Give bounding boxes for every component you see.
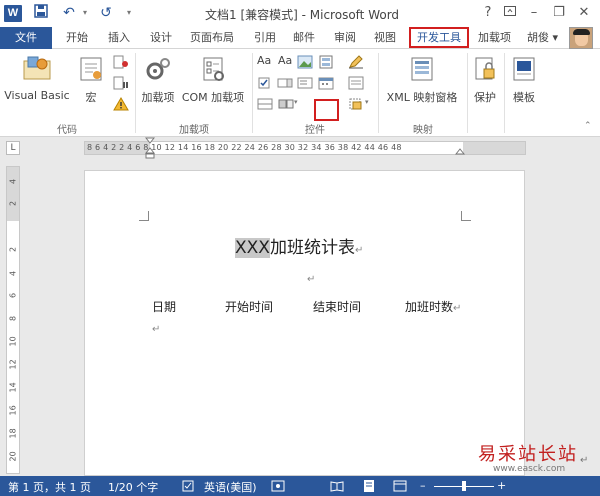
- margin-corner-top-right: [461, 211, 471, 221]
- building-block-control-icon[interactable]: [318, 55, 334, 69]
- column-header-start-time[interactable]: 开始时间: [225, 298, 273, 315]
- group-label-addins: 加载项: [179, 125, 209, 136]
- tab-page-layout[interactable]: 页面布局: [184, 27, 240, 49]
- tab-home[interactable]: 开始: [60, 27, 94, 49]
- com-addins-button[interactable]: COM 加载项: [180, 55, 246, 105]
- visual-basic-button[interactable]: Visual Basic: [4, 55, 70, 102]
- empty-paragraph-mark: ↵: [307, 274, 316, 285]
- window-title: 文档1 [兼容模式] - Microsoft Word: [205, 8, 400, 22]
- tab-selector[interactable]: L: [6, 141, 20, 155]
- xml-mapping-icon: [411, 57, 433, 81]
- zoom-out-button[interactable]: –: [420, 479, 426, 492]
- tab-insert[interactable]: 插入: [102, 27, 136, 49]
- web-layout-icon[interactable]: [393, 480, 407, 492]
- macros-icon: [80, 57, 102, 81]
- group-divider: [504, 53, 505, 133]
- record-macro-icon[interactable]: [113, 55, 129, 69]
- proofing-icon[interactable]: [182, 480, 196, 492]
- plain-text-control-icon[interactable]: Aa: [278, 54, 292, 67]
- tab-references[interactable]: 引用: [248, 27, 282, 49]
- margin-corner-top-left: [139, 211, 149, 221]
- save-icon[interactable]: [32, 4, 50, 22]
- help-button[interactable]: ?: [478, 3, 498, 23]
- avatar[interactable]: [569, 27, 593, 49]
- restore-button[interactable]: ❐: [549, 3, 569, 23]
- customize-toolbar-icon[interactable]: ▾: [120, 4, 138, 22]
- macro-security-icon[interactable]: [113, 97, 129, 111]
- date-picker-control-icon[interactable]: [318, 76, 334, 90]
- repeating-section-control-icon[interactable]: [257, 97, 273, 111]
- column-header-overtime-hours[interactable]: 加班时数↵: [405, 298, 461, 315]
- visual-basic-icon: [23, 56, 51, 80]
- column-header-date[interactable]: 日期: [152, 298, 176, 315]
- site-watermark-url: www.easck.com: [493, 464, 566, 474]
- properties-icon[interactable]: [348, 76, 364, 90]
- group-controls-icon[interactable]: [348, 97, 364, 111]
- protect-button[interactable]: 保护: [469, 55, 501, 105]
- page-count[interactable]: 第 1 页，共 1 页: [8, 479, 91, 495]
- selected-text[interactable]: XXX: [235, 238, 270, 258]
- document-page[interactable]: XXX加班统计表↵ ↵ 日期 开始时间 结束时间 加班时数↵ ↵: [84, 170, 525, 476]
- dropdown-list-control-icon[interactable]: [297, 76, 313, 90]
- addins-button[interactable]: 加载项: [140, 55, 176, 105]
- document-template-icon: [513, 57, 535, 81]
- tab-design[interactable]: 设计: [144, 27, 178, 49]
- indent-marker-icon[interactable]: [145, 137, 155, 160]
- highlighted-control-button[interactable]: [314, 99, 339, 121]
- gear-icon: [146, 58, 170, 80]
- tab-addins[interactable]: 加载项: [472, 27, 517, 49]
- macros-button[interactable]: 宏: [76, 55, 106, 105]
- column-header-end-time[interactable]: 结束时间: [313, 298, 361, 315]
- pause-recording-icon[interactable]: [113, 76, 129, 90]
- design-mode-icon[interactable]: [348, 55, 364, 69]
- status-bar: 第 1 页，共 1 页 1/20 个字 英语(美国) – +: [0, 476, 600, 496]
- group-label-controls: 控件: [305, 125, 325, 136]
- collapse-ribbon-icon[interactable]: ⌃: [584, 121, 592, 131]
- ribbon-tabs: 文件 开始 插入 设计 页面布局 引用 邮件 审阅 视图 开发工具 加载项 胡俊…: [0, 27, 600, 49]
- right-indent-marker-icon[interactable]: [455, 146, 465, 156]
- combo-box-control-icon[interactable]: [277, 76, 293, 90]
- lock-document-icon: [475, 57, 495, 80]
- site-watermark: 易采站长站: [478, 444, 578, 465]
- document-heading[interactable]: XXX加班统计表↵: [235, 233, 363, 258]
- user-account[interactable]: 胡俊 ▾: [527, 27, 558, 49]
- word-logo-icon[interactable]: W: [4, 5, 22, 22]
- word-count[interactable]: 1/20 个字: [108, 479, 158, 495]
- vertical-ruler[interactable]: 4 2 2 4 6 8 10 12 14 16 18 20: [6, 166, 20, 474]
- com-addins-icon: [203, 57, 224, 81]
- macro-recording-icon[interactable]: [271, 480, 285, 492]
- ribbon-display-options-icon[interactable]: [500, 3, 520, 23]
- group-label-code: 代码: [57, 125, 77, 136]
- read-mode-icon[interactable]: [330, 480, 344, 492]
- tab-mailings[interactable]: 邮件: [287, 27, 321, 49]
- redo-icon[interactable]: ↺: [97, 4, 115, 22]
- xml-mapping-pane-button[interactable]: XML 映射窗格: [383, 55, 461, 105]
- checkbox-control-icon[interactable]: [257, 76, 273, 90]
- paragraph-mark: ↵: [152, 324, 161, 335]
- ribbon-developer: Visual Basic 宏 代码 加载项 COM 加载项 加载项 Aa Aa …: [0, 49, 600, 137]
- picture-control-icon[interactable]: [297, 55, 313, 69]
- template-button[interactable]: 模板: [508, 55, 540, 105]
- tab-view[interactable]: 视图: [368, 27, 402, 49]
- zoom-slider-thumb[interactable]: [462, 481, 466, 491]
- ruler-ticks: 8 6 4 2 2 4 6 8 10 12 14 16 18 20 22 24 …: [87, 143, 402, 152]
- group-divider: [467, 53, 468, 133]
- tab-developer[interactable]: 开发工具: [409, 27, 469, 48]
- legacy-tools-dropdown-icon[interactable]: ▾: [294, 98, 298, 106]
- print-layout-icon[interactable]: [362, 479, 376, 493]
- zoom-in-button[interactable]: +: [497, 479, 506, 492]
- tab-file[interactable]: 文件: [0, 27, 52, 49]
- minimize-button[interactable]: –: [524, 3, 544, 23]
- title-bar: W ↶ ▾ ↺ ▾ 文档1 [兼容模式] - Microsoft Word ? …: [0, 0, 600, 27]
- group-controls-dropdown-icon[interactable]: ▾: [365, 98, 369, 106]
- scroll-indicator: ↵: [580, 455, 589, 466]
- language-indicator[interactable]: 英语(美国): [204, 479, 257, 495]
- legacy-tools-icon[interactable]: [278, 97, 294, 111]
- tab-review[interactable]: 审阅: [328, 27, 362, 49]
- horizontal-ruler-area: L 8 6 4 2 2 4 6 8 10 12 14 16 18 20 22 2…: [0, 137, 600, 160]
- rich-text-control-icon[interactable]: Aa: [257, 54, 271, 67]
- undo-dropdown-icon[interactable]: ▾: [76, 4, 94, 22]
- group-label-mapping: 映射: [413, 125, 433, 136]
- close-button[interactable]: ✕: [574, 3, 594, 23]
